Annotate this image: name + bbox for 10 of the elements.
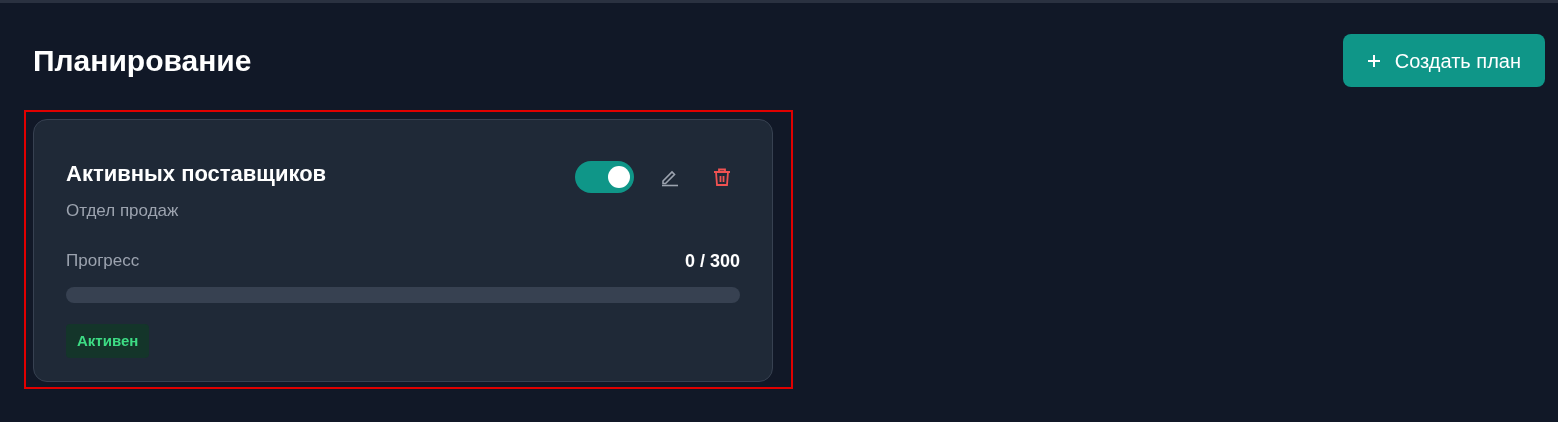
progress-label: Прогресс	[66, 249, 140, 272]
plan-title: Активных поставщиков	[66, 160, 327, 188]
progress-reading: 0 / 300	[684, 249, 740, 273]
plan-department: Отдел продаж	[66, 200, 180, 222]
delete-icon[interactable]	[712, 167, 732, 187]
status-badge: Активен	[66, 323, 150, 358]
plus-icon	[1366, 53, 1381, 68]
page-title: Планирование	[33, 43, 252, 79]
create-plan-button[interactable]: Создать план	[1342, 34, 1545, 87]
toggle-switch[interactable]	[575, 161, 634, 193]
